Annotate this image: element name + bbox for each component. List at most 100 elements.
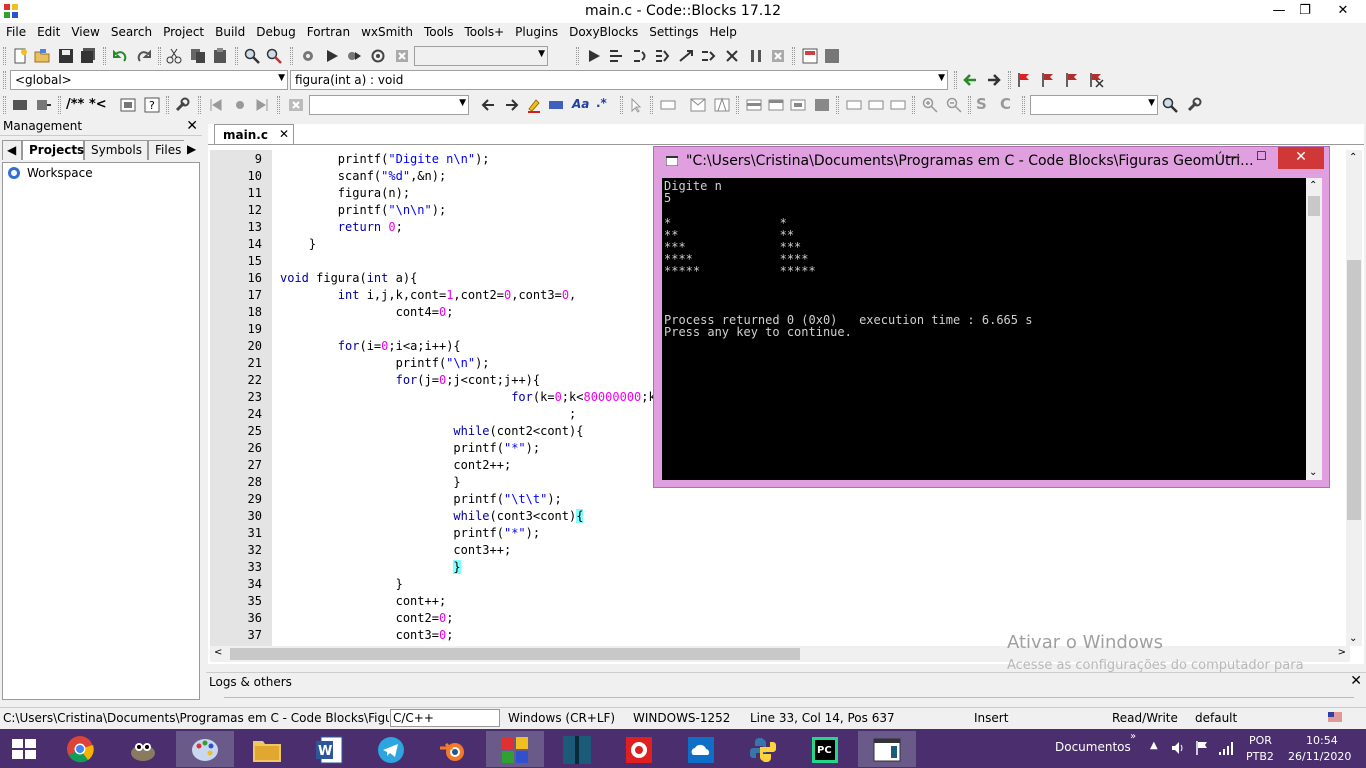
- nassi-blockfill-icon[interactable]: [814, 97, 830, 113]
- input-lang-primary[interactable]: POR: [1249, 734, 1272, 747]
- console-scroll-thumb[interactable]: [1308, 196, 1320, 216]
- menu-tools[interactable]: Tools+: [459, 23, 510, 43]
- tab-scroll-right-icon[interactable]: ▶: [184, 140, 200, 160]
- help-icon[interactable]: ?: [144, 97, 160, 113]
- prev-bookmark-icon[interactable]: [1040, 72, 1056, 88]
- taskbar-telegram-app[interactable]: [362, 731, 420, 767]
- toolbar-expand-icon[interactable]: »: [1130, 731, 1136, 742]
- jump-back-icon[interactable]: [962, 72, 978, 88]
- zoom-in-icon[interactable]: [922, 97, 938, 113]
- highlight-icon[interactable]: [526, 97, 542, 113]
- copy-icon[interactable]: [190, 48, 206, 64]
- incremental-search-input[interactable]: ▼: [309, 95, 469, 115]
- scroll-down-icon[interactable]: ⌄: [1349, 633, 1357, 644]
- next-bookmark-icon[interactable]: [1064, 72, 1080, 88]
- build-target-select[interactable]: ▼: [414, 46, 548, 66]
- nassi-break-icon[interactable]: [846, 97, 862, 113]
- editor-hscroll-thumb[interactable]: [230, 648, 800, 660]
- jump-start-icon[interactable]: [208, 97, 224, 113]
- editor-vscroll-thumb[interactable]: [1347, 260, 1361, 520]
- menu-search[interactable]: Search: [105, 23, 157, 43]
- step-into-icon[interactable]: [654, 48, 670, 64]
- jump-forward-icon[interactable]: [986, 72, 1002, 88]
- search-prev-icon[interactable]: [480, 97, 496, 113]
- abort-icon[interactable]: [394, 48, 410, 64]
- jump-end-icon[interactable]: [254, 97, 270, 113]
- search-go-icon[interactable]: [1162, 97, 1178, 113]
- tab-projects[interactable]: Projects: [22, 140, 84, 160]
- taskbar-documents-label[interactable]: Documentos: [1055, 740, 1131, 754]
- taskbar-gimp-app[interactable]: [114, 731, 172, 767]
- flag-tray-icon[interactable]: [1194, 740, 1210, 756]
- menu-view[interactable]: View: [65, 23, 104, 43]
- run-to-cursor-icon[interactable]: [608, 48, 624, 64]
- close-button[interactable]: ✕: [1320, 0, 1366, 22]
- undo-icon[interactable]: [112, 48, 128, 64]
- find-icon[interactable]: [244, 48, 260, 64]
- scroll-left-icon[interactable]: <: [214, 647, 222, 658]
- taskbar-console-app[interactable]: [858, 731, 916, 767]
- redo-icon[interactable]: [136, 48, 152, 64]
- maximize-button[interactable]: ❐: [1290, 0, 1320, 22]
- search-combo[interactable]: ▼: [1030, 95, 1158, 115]
- function-select[interactable]: figura(int a) : void ▼: [290, 70, 948, 90]
- windows-start-icon[interactable]: [12, 739, 36, 759]
- nassi-for-icon[interactable]: [790, 97, 806, 113]
- block-comment-button[interactable]: /**: [66, 97, 84, 112]
- scroll-right-icon[interactable]: >: [1338, 647, 1346, 658]
- paste-icon[interactable]: [212, 48, 228, 64]
- console-scrollbar[interactable]: ⌃ ⌄: [1306, 178, 1322, 480]
- clock-time[interactable]: 10:54: [1306, 734, 1338, 747]
- editor-vertical-scrollbar[interactable]: ⌃ ⌄: [1346, 150, 1362, 646]
- console-minimize-button[interactable]: —: [1226, 149, 1240, 165]
- nassi-return-icon[interactable]: [890, 97, 906, 113]
- menu-tools[interactable]: Tools: [418, 23, 459, 43]
- nassi-if-icon[interactable]: [690, 97, 706, 113]
- cut-icon[interactable]: [166, 48, 182, 64]
- replace-icon[interactable]: [266, 48, 282, 64]
- stop-debug-icon[interactable]: [770, 48, 786, 64]
- wrench-icon[interactable]: [174, 97, 190, 113]
- taskbar-explorer-app[interactable]: [238, 731, 296, 767]
- menu-fortran[interactable]: Fortran: [301, 23, 355, 43]
- nassi-switch-icon[interactable]: [714, 97, 730, 113]
- menu-debug[interactable]: Debug: [250, 23, 300, 43]
- taskbar-pycharm-app[interactable]: PC: [796, 731, 854, 767]
- scope-select[interactable]: <global> ▼: [10, 70, 288, 90]
- menu-help[interactable]: Help: [703, 23, 741, 43]
- save-all-icon[interactable]: [80, 48, 96, 64]
- taskbar-word-app[interactable]: W: [300, 731, 358, 767]
- step-instruction-icon[interactable]: [724, 48, 740, 64]
- nassi-dowhile-icon[interactable]: [768, 97, 784, 113]
- menu-edit[interactable]: Edit: [31, 23, 65, 43]
- logs-close-icon[interactable]: ✕: [1350, 673, 1362, 689]
- doxy-config-icon[interactable]: [120, 97, 136, 113]
- open-folder-icon[interactable]: [34, 48, 50, 64]
- clock-date[interactable]: 26/11/2020: [1288, 750, 1351, 763]
- network-icon[interactable]: [1218, 740, 1234, 756]
- menu-file[interactable]: File: [0, 23, 31, 43]
- rebuild-icon[interactable]: [370, 48, 386, 64]
- search-settings-icon[interactable]: [1186, 97, 1202, 113]
- run-icon[interactable]: [324, 48, 340, 64]
- pointer-tool-icon[interactable]: [628, 97, 644, 113]
- tab-files[interactable]: Files: [148, 140, 186, 160]
- debug-start-icon[interactable]: [586, 48, 602, 64]
- next-instruction-icon[interactable]: [700, 48, 716, 64]
- search-next-icon[interactable]: [504, 97, 520, 113]
- taskbar-onedrive-app[interactable]: [672, 731, 730, 767]
- menu-build[interactable]: Build: [209, 23, 250, 43]
- menu-plugins[interactable]: Plugins: [509, 23, 563, 43]
- taskbar-python-app[interactable]: [734, 731, 792, 767]
- tray-arrow-icon[interactable]: ▲: [1150, 740, 1158, 751]
- editor-tab-main-c[interactable]: main.c ✕: [214, 124, 294, 144]
- extract-docs-icon[interactable]: [36, 97, 52, 113]
- source-icon[interactable]: S: [976, 95, 987, 113]
- tab-symbols[interactable]: Symbols: [84, 140, 148, 160]
- console-maximize-button[interactable]: ☐: [1256, 149, 1267, 163]
- save-icon[interactable]: [58, 48, 74, 64]
- taskbar-blender-app[interactable]: [424, 731, 482, 767]
- input-lang-secondary[interactable]: PTB2: [1246, 750, 1274, 763]
- taskbar-paint-app[interactable]: [176, 731, 234, 767]
- taskbar-chrome-app[interactable]: [52, 731, 110, 767]
